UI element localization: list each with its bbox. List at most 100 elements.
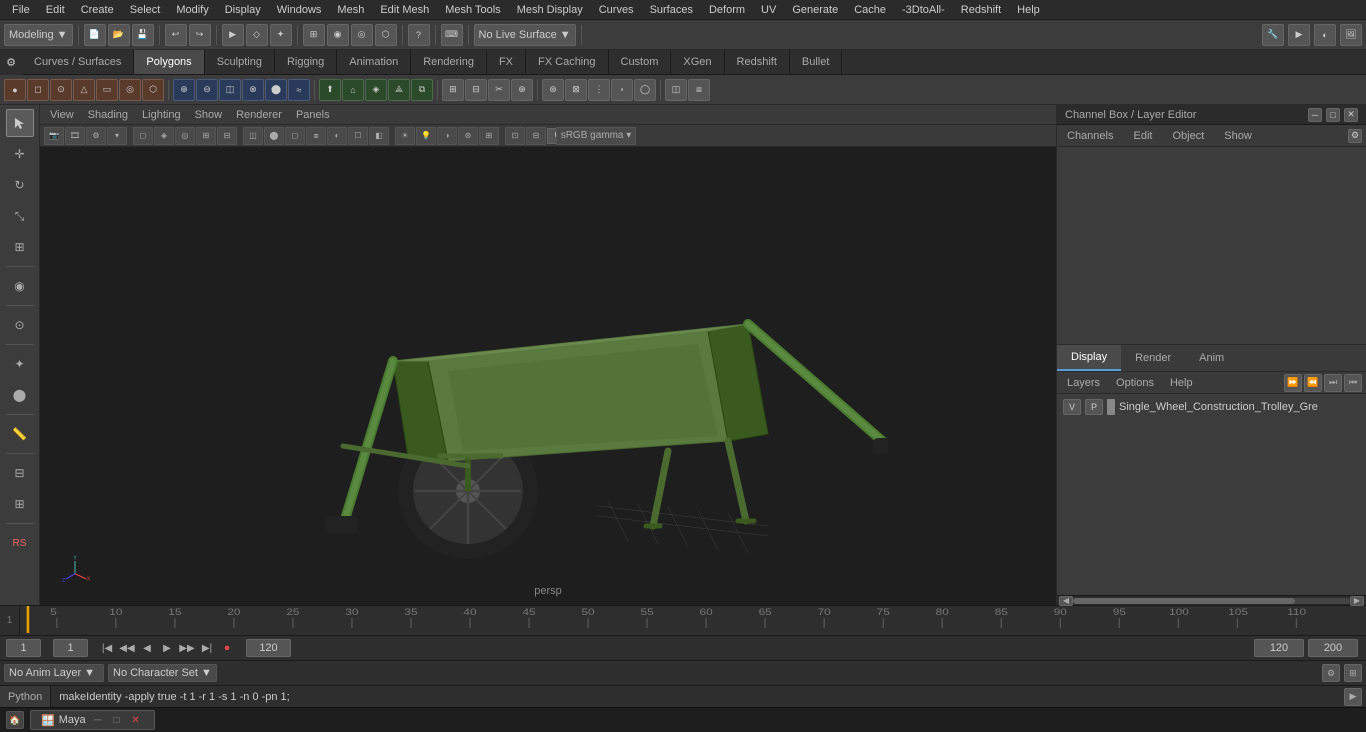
tab-rendering[interactable]: Rendering <box>411 50 487 74</box>
uv-layout-btn[interactable]: ⧈ <box>688 79 710 101</box>
cb-tab-object[interactable]: Object <box>1162 125 1214 146</box>
dt-tab-display[interactable]: Display <box>1057 345 1121 371</box>
sculpt-tool[interactable]: ⬤ <box>6 381 34 409</box>
measure-tool[interactable]: 📏 <box>6 420 34 448</box>
render-settings-btn[interactable]: 🔧 <box>1262 24 1284 46</box>
layer-visibility-btn[interactable]: V <box>1063 399 1081 415</box>
range-end-input[interactable] <box>1308 639 1358 657</box>
boolean-btn[interactable]: ⊗ <box>242 79 264 101</box>
vp-frame-sel-btn[interactable]: ⊞ <box>196 127 216 145</box>
snap-surface-btn[interactable]: ⬡ <box>375 24 397 46</box>
tab-xgen[interactable]: XGen <box>671 50 724 74</box>
poly-cube-btn[interactable]: ◻ <box>27 79 49 101</box>
show-manip-tool[interactable]: ⊙ <box>6 311 34 339</box>
range-start-input[interactable] <box>1254 639 1304 657</box>
anim-extra-btn[interactable]: ⊞ <box>1344 664 1362 682</box>
no-live-surface-dropdown[interactable]: No Live Surface ▼ <box>474 24 576 46</box>
poly-cyl-btn[interactable]: ⊙ <box>50 79 72 101</box>
paint-tool-btn[interactable]: ✦ <box>270 24 292 46</box>
scroll-track[interactable] <box>1073 598 1350 604</box>
python-run-btn[interactable]: ▶ <box>1344 688 1362 706</box>
tab-sculpting[interactable]: Sculpting <box>205 50 275 74</box>
vp-lighting-btn[interactable]: ☀ <box>395 127 415 145</box>
bevel-btn[interactable]: ⬫ <box>611 79 633 101</box>
new-scene-btn[interactable]: 📄 <box>84 24 106 46</box>
viewport-menu-panels[interactable]: Panels <box>290 105 336 124</box>
current-frame-input[interactable] <box>6 639 41 657</box>
menu-edit-mesh[interactable]: Edit Mesh <box>372 0 437 19</box>
vp-shadows-btn[interactable]: ◧ <box>369 127 389 145</box>
collapse-btn[interactable]: ⊠ <box>565 79 587 101</box>
render-btn[interactable]: ▶ <box>1288 24 1310 46</box>
move-tool[interactable]: ✛ <box>6 140 34 168</box>
minimize-btn[interactable]: ─ <box>90 712 106 728</box>
viewport-menu-renderer[interactable]: Renderer <box>230 105 288 124</box>
menu-modify[interactable]: Modify <box>168 0 216 19</box>
vp-bounding-btn[interactable]: ◻ <box>285 127 305 145</box>
character-set-dropdown[interactable]: No Character Set ▼ <box>108 664 217 682</box>
lt-layers[interactable]: Layers <box>1061 372 1106 393</box>
menu-generate[interactable]: Generate <box>784 0 846 19</box>
duplicate-face-btn[interactable]: ⧉ <box>411 79 433 101</box>
menu-deform[interactable]: Deform <box>701 0 753 19</box>
vp-film-btn[interactable]: 🎞 <box>65 127 85 145</box>
menu-uv[interactable]: UV <box>753 0 784 19</box>
vp-ao-btn[interactable]: ⊛ <box>458 127 478 145</box>
tab-redshift[interactable]: Redshift <box>725 50 790 74</box>
grid-settings[interactable]: ⊞ <box>6 490 34 518</box>
connect-btn[interactable]: ⊕ <box>511 79 533 101</box>
tab-rigging[interactable]: Rigging <box>275 50 337 74</box>
tab-custom[interactable]: Custom <box>609 50 672 74</box>
taskbar-window-item[interactable]: 🪟 Maya ─ □ ✕ <box>30 710 155 730</box>
viewport-menu-lighting[interactable]: Lighting <box>136 105 187 124</box>
menu-curves[interactable]: Curves <box>591 0 642 19</box>
menu-edit[interactable]: Edit <box>38 0 73 19</box>
scale-tool[interactable]: ⤡ <box>6 202 34 230</box>
tab-animation[interactable]: Animation <box>337 50 411 74</box>
circularize-btn[interactable]: ◯ <box>634 79 656 101</box>
cb-tab-edit[interactable]: Edit <box>1123 125 1162 146</box>
auto-key-btn[interactable]: ⏺ <box>218 639 236 657</box>
layer-forward-btn[interactable]: ⏭ <box>1324 374 1342 392</box>
menu-create[interactable]: Create <box>73 0 122 19</box>
snap-curve-btn[interactable]: ◉ <box>327 24 349 46</box>
separate-btn[interactable]: ⊖ <box>196 79 218 101</box>
select-tool-btn[interactable]: ▶ <box>222 24 244 46</box>
tab-polygons[interactable]: Polygons <box>134 50 204 74</box>
menu-mesh-tools[interactable]: Mesh Tools <box>437 0 508 19</box>
wedge-btn[interactable]: ⟁ <box>388 79 410 101</box>
menu-help[interactable]: Help <box>1009 0 1048 19</box>
vp-overlay-btn[interactable]: ⊟ <box>526 127 546 145</box>
paint-effects-tool[interactable]: ✦ <box>6 350 34 378</box>
vp-cam-attrs-btn[interactable]: ⚙ <box>86 127 106 145</box>
tab-bullet[interactable]: Bullet <box>790 50 843 74</box>
merge-btn[interactable]: ⊛ <box>542 79 564 101</box>
cb-tab-channels[interactable]: Channels <box>1057 125 1123 146</box>
smooth-btn[interactable]: ⬤ <box>265 79 287 101</box>
scroll-left-btn[interactable]: ◀ <box>1059 596 1073 606</box>
vp-expose-btn[interactable]: ◑ <box>437 127 457 145</box>
python-input[interactable] <box>51 691 1344 703</box>
step-back-btn[interactable]: ◀◀ <box>118 639 136 657</box>
redshift-icon[interactable]: RS <box>6 529 34 557</box>
vp-grid-btn[interactable]: ⊞ <box>479 127 499 145</box>
anim-settings-btn[interactable]: ⚙ <box>1322 664 1340 682</box>
layer-pickable-btn[interactable]: P <box>1085 399 1103 415</box>
layer-new-btn[interactable]: ⏩ <box>1284 374 1302 392</box>
redo-btn[interactable]: ↪ <box>189 24 211 46</box>
scroll-right-btn[interactable]: ▶ <box>1350 596 1364 606</box>
vp-hud-btn[interactable]: ⊡ <box>505 127 525 145</box>
vp-backface-btn[interactable]: ◐ <box>327 127 347 145</box>
ipr-btn[interactable]: ◐ <box>1314 24 1336 46</box>
step-fwd-btn[interactable]: ▶▶ <box>178 639 196 657</box>
anim-layer-dropdown[interactable]: No Anim Layer ▼ <box>4 664 104 682</box>
snap-point-btn[interactable]: ◎ <box>351 24 373 46</box>
start-frame-input[interactable] <box>53 639 88 657</box>
lt-help[interactable]: Help <box>1164 372 1199 393</box>
edge-loop-btn[interactable]: ⊞ <box>442 79 464 101</box>
go-to-start-btn[interactable]: |◀ <box>98 639 116 657</box>
input-line-btn[interactable]: ⌨ <box>441 24 463 46</box>
menu-redshift[interactable]: Redshift <box>953 0 1009 19</box>
panel-minimize-btn[interactable]: ─ <box>1308 108 1322 122</box>
dt-tab-anim[interactable]: Anim <box>1185 345 1238 371</box>
